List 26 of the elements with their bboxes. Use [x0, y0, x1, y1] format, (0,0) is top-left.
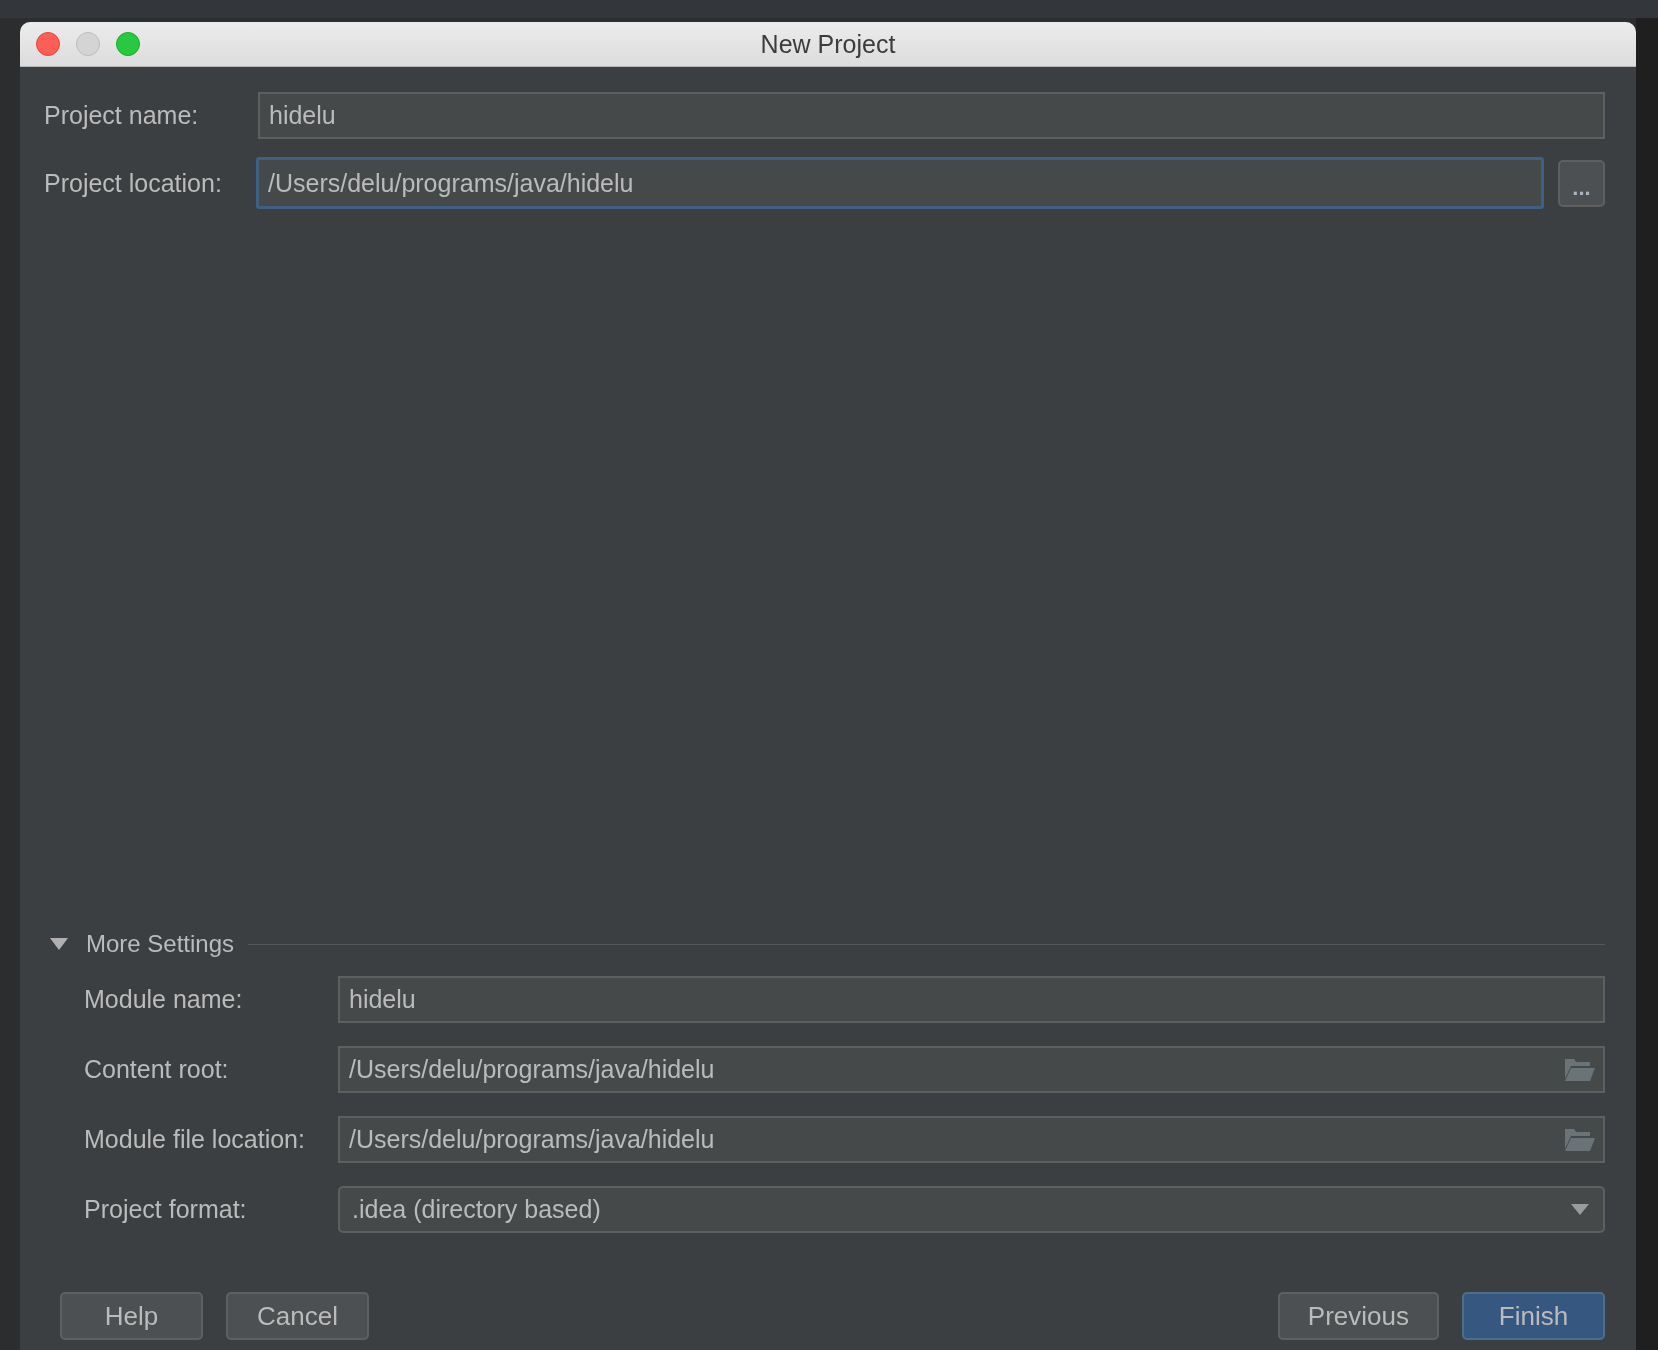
dialog-button[interactable]: Cancel — [226, 1292, 369, 1340]
section-title[interactable]: More Settings — [86, 930, 235, 958]
window-title: New Project — [760, 29, 896, 59]
text-field[interactable]: hidelu — [338, 976, 1605, 1023]
folder-icon[interactable] — [1565, 1058, 1595, 1081]
dialog-button[interactable]: Help — [60, 1292, 203, 1340]
field-label: Module file location: — [84, 1125, 306, 1154]
path-field[interactable]: /Users/delu/programs/java/hidelu — [338, 1116, 1605, 1163]
field-label: Project name: — [44, 100, 200, 130]
dropdown[interactable]: .idea (directory based) — [338, 1186, 1605, 1233]
path-field[interactable]: /Users/delu/programs/java/hidelu — [338, 1046, 1605, 1093]
field-label: Project location: — [44, 168, 223, 198]
minimize-icon[interactable] — [76, 32, 100, 56]
disclosure-triangle-icon[interactable] — [50, 938, 68, 950]
dropdown-arrow-icon — [1571, 1204, 1589, 1215]
zoom-icon[interactable] — [116, 32, 140, 56]
field-label: Content root: — [84, 1055, 230, 1084]
field-label: Project format: — [84, 1195, 248, 1224]
field-label: Module name: — [84, 985, 244, 1014]
text-field[interactable]: /Users/delu/programs/java/hidelu — [256, 157, 1544, 209]
text-field[interactable]: hidelu — [258, 91, 1605, 139]
browse-button[interactable]: ... — [1558, 159, 1605, 207]
close-icon[interactable] — [36, 32, 60, 56]
folder-icon[interactable] — [1565, 1128, 1595, 1151]
dialog-button[interactable]: Previous — [1277, 1292, 1439, 1340]
dialog-button[interactable]: Finish — [1462, 1292, 1605, 1340]
